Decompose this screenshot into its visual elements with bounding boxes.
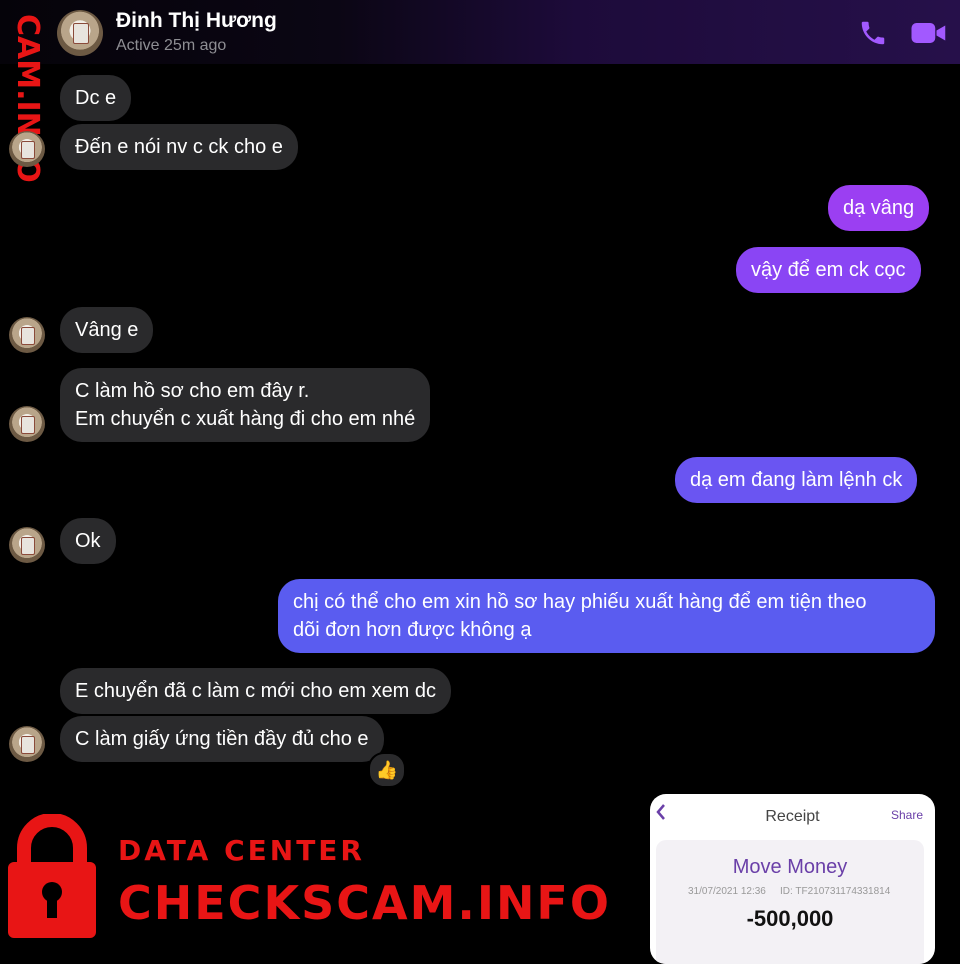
incoming-message[interactable]: Dc e [60, 75, 132, 121]
incoming-message[interactable]: Ok [60, 518, 116, 564]
incoming-message[interactable]: C làm giấy ứng tiền đầy đủ cho e [60, 716, 384, 762]
receipt-image-attachment[interactable]: Receipt Share Move Money 31/07/2021 12:3… [650, 794, 935, 964]
receipt-heading: Move Money [732, 856, 848, 878]
thumbs-up-reaction-icon[interactable]: 👍 [368, 752, 406, 788]
incoming-message[interactable]: Đến e nói nv c ck cho e [60, 124, 298, 170]
contact-name[interactable]: Đinh Thị Hương [116, 9, 277, 33]
outgoing-message[interactable]: vậy để em ck cọc [736, 247, 921, 293]
video-camera-icon[interactable] [910, 18, 948, 48]
phone-icon[interactable] [858, 18, 888, 48]
padlock-icon [8, 814, 96, 938]
message-avatar[interactable] [9, 131, 45, 167]
receipt-amount: -500,000 [746, 906, 834, 931]
message-avatar[interactable] [9, 406, 45, 442]
outgoing-message[interactable]: chị có thể cho em xin hồ sơ hay phiếu xu… [278, 579, 935, 653]
message-avatar[interactable] [9, 726, 45, 762]
receipt-date: 31/07/2021 12:36 [688, 886, 766, 897]
message-avatar[interactable] [9, 317, 45, 353]
receipt-card: Move Money 31/07/2021 12:36 ID: TF210731… [656, 840, 924, 964]
watermark-url: CHECKSCAM.INFO [118, 876, 611, 930]
message-avatar[interactable] [9, 527, 45, 563]
incoming-message[interactable]: C làm hồ sơ cho em đây r. Em chuyển c xu… [60, 368, 431, 442]
active-status: Active 25m ago [116, 37, 227, 54]
outgoing-message[interactable]: dạ em đang làm lệnh ck [675, 457, 918, 503]
incoming-message[interactable]: Vâng e [60, 307, 154, 353]
outgoing-message[interactable]: dạ vâng [828, 185, 930, 231]
watermark-label: DATA CENTER [118, 834, 365, 867]
contact-avatar[interactable] [57, 10, 103, 56]
receipt-share: Share [890, 808, 923, 822]
chat-header: Đinh Thị Hương Active 25m ago [0, 0, 960, 64]
incoming-message[interactable]: E chuyển đã c làm c mới cho em xem dc [60, 668, 452, 714]
receipt-transaction-id: ID: TF210731174331814 [780, 886, 891, 897]
